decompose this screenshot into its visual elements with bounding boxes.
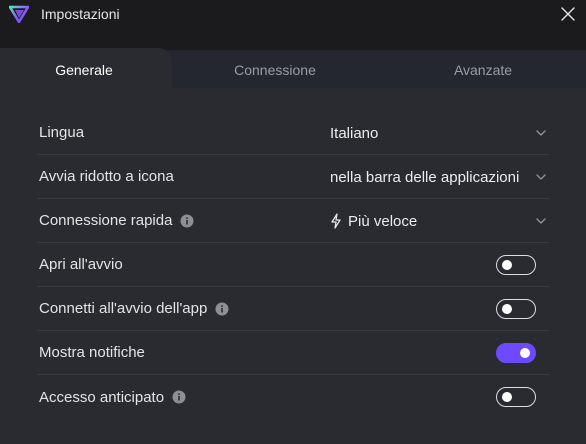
connect-on-app-start-label-wrap: Connetti all'avvio dell'app [39, 300, 229, 317]
window-title: Impostazioni [41, 6, 120, 22]
open-on-startup-label: Apri all'avvio [39, 256, 123, 273]
language-label: Lingua [39, 124, 85, 141]
tab-generale[interactable]: Generale [0, 50, 168, 90]
setting-row-open-on-startup: Apri all'avvio [37, 243, 549, 287]
bolt-icon [330, 213, 342, 229]
setting-row-start-minimized: Avvia ridotto a icona nella barra delle … [37, 155, 549, 199]
quick-connect-label-wrap: Connessione rapida [39, 212, 194, 229]
setting-row-language: Lingua Italiano [37, 111, 549, 155]
tab-avanzate[interactable]: Avanzate [383, 50, 583, 90]
chevron-down-icon [536, 174, 546, 180]
setting-row-quick-connect: Connessione rapida Più veloce [37, 199, 549, 243]
info-icon[interactable] [215, 302, 229, 316]
chevron-down-icon [536, 218, 546, 224]
info-icon[interactable] [172, 390, 186, 404]
quick-connect-value: Più veloce [348, 212, 418, 230]
quick-connect-value-wrap: Più veloce [330, 213, 417, 230]
language-select[interactable]: Italiano [330, 111, 549, 155]
toggle-knob [502, 391, 512, 402]
show-notifications-label: Mostra notifiche [39, 344, 145, 361]
setting-row-early-access: Accesso anticipato [37, 375, 549, 419]
start-minimized-label: Avvia ridotto a icona [39, 168, 174, 185]
connect-on-app-start-toggle[interactable] [496, 299, 536, 319]
tab-connessione[interactable]: Connessione [175, 50, 375, 90]
close-button[interactable] [556, 2, 580, 26]
early-access-label: Accesso anticipato [39, 388, 165, 406]
quick-connect-select[interactable]: Più veloce [330, 199, 549, 243]
connect-on-app-start-label: Connetti all'avvio dell'app [39, 300, 208, 317]
language-value: Italiano [330, 124, 379, 142]
open-on-startup-toggle[interactable] [496, 255, 536, 275]
early-access-toggle[interactable] [496, 387, 536, 407]
toggle-knob [502, 303, 512, 314]
show-notifications-toggle[interactable] [496, 343, 536, 363]
toggle-knob [502, 259, 512, 270]
quick-connect-label: Connessione rapida [39, 212, 173, 229]
chevron-down-icon [536, 130, 546, 136]
close-icon [561, 7, 575, 21]
toggle-knob [520, 347, 530, 358]
setting-row-connect-on-app-start: Connetti all'avvio dell'app [37, 287, 549, 331]
info-icon[interactable] [180, 214, 194, 228]
app-logo-icon [8, 3, 30, 25]
setting-row-show-notifications: Mostra notifiche [37, 331, 549, 375]
early-access-label-wrap: Accesso anticipato [39, 389, 186, 406]
start-minimized-value: nella barra delle applicazioni [330, 168, 520, 186]
title-bar: Impostazioni [0, 0, 586, 28]
start-minimized-select[interactable]: nella barra delle applicazioni [330, 155, 549, 199]
